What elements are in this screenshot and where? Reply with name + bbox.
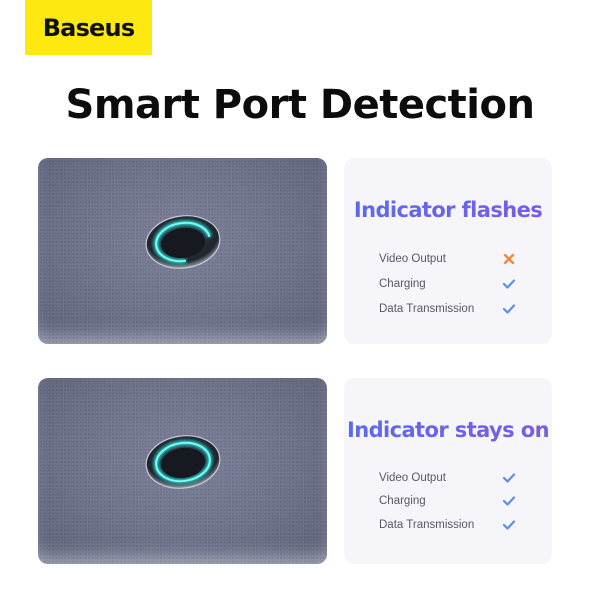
feature-label: Data Transmission <box>379 302 475 315</box>
check-icon <box>502 473 516 483</box>
feature-list: Video Output Charging Data Transmission <box>379 466 522 537</box>
card-title: Indicator stays on <box>344 418 552 442</box>
feature-list: Video Output Charging Data Transmission <box>379 246 522 321</box>
indicator-flashing-image <box>38 158 327 344</box>
check-icon <box>502 496 516 506</box>
feature-label: Video Output <box>379 471 446 484</box>
feature-label: Charging <box>379 495 426 508</box>
feature-label: Charging <box>379 277 426 290</box>
indicator-flashes-card: Indicator flashes Video Output Charging … <box>344 158 552 344</box>
check-icon <box>502 520 516 530</box>
feature-row-data-transmission: Data Transmission <box>379 513 522 537</box>
check-icon <box>502 303 516 314</box>
indicator-stays-on-card: Indicator stays on Video Output Charging… <box>344 378 552 564</box>
indicator-steady-image <box>38 378 327 564</box>
feature-row-video-output: Video Output <box>379 466 522 490</box>
cross-icon <box>503 253 515 264</box>
feature-row-data-transmission: Data Transmission <box>379 296 522 321</box>
indicator-light-flashing-icon <box>145 214 220 269</box>
feature-label: Data Transmission <box>379 518 475 531</box>
page-title: Smart Port Detection <box>65 82 535 128</box>
brand-logo: Baseus <box>25 0 152 55</box>
card-title: Indicator flashes <box>344 198 552 222</box>
feature-label: Video Output <box>379 252 446 265</box>
feature-row-charging: Charging <box>379 271 522 296</box>
feature-row-charging: Charging <box>379 490 522 514</box>
check-icon <box>502 278 516 289</box>
feature-row-video-output: Video Output <box>379 246 522 271</box>
brand-logo-text: Baseus <box>42 13 135 42</box>
indicator-light-steady-icon <box>145 434 220 489</box>
